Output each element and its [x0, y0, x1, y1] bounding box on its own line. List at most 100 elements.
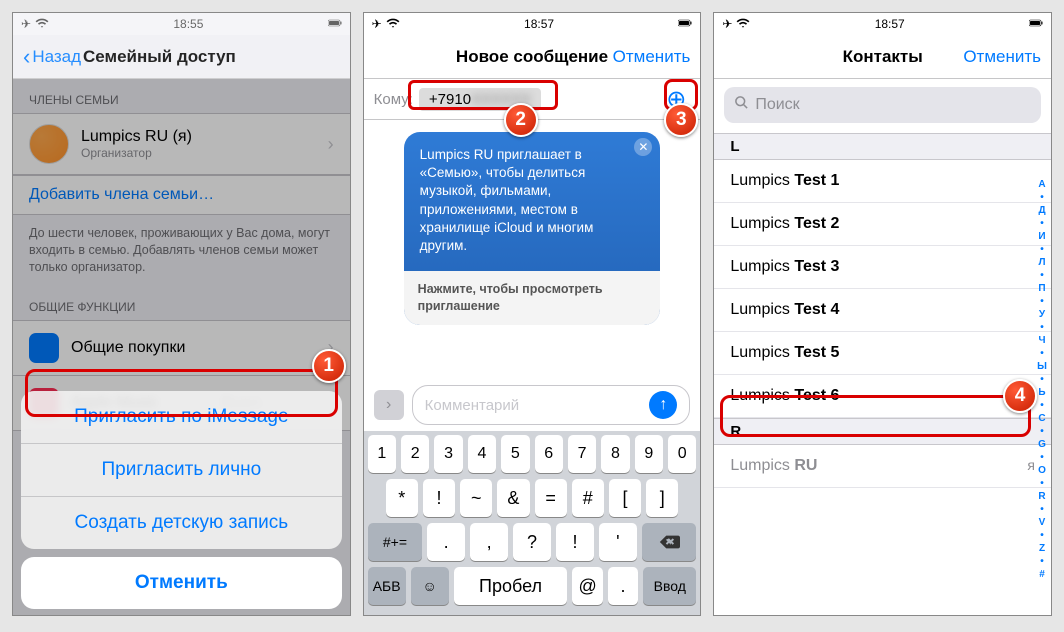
cancel-button[interactable]: Отменить: [613, 47, 691, 67]
key[interactable]: ?: [513, 523, 551, 561]
index-letter[interactable]: •: [1040, 504, 1044, 515]
contact-row[interactable]: Lumpics Test 5: [714, 332, 1051, 375]
key-dot[interactable]: .: [608, 567, 638, 605]
key-emoji[interactable]: ☺: [411, 567, 449, 605]
key[interactable]: [: [609, 479, 641, 517]
key-at[interactable]: @: [572, 567, 602, 605]
index-letter[interactable]: •: [1040, 322, 1044, 333]
index-letter[interactable]: Д: [1038, 205, 1045, 216]
step-badge-2: 2: [504, 103, 538, 137]
airplane-icon: ✈︎: [21, 17, 31, 31]
section-index[interactable]: А • Д • И • Л • П • У • Ч • Ы • Ь • C • G • O • R • V • Z • #: [1035, 179, 1049, 605]
key[interactable]: 1: [368, 435, 396, 473]
comment-input[interactable]: Комментарий ↑: [412, 385, 691, 425]
index-letter[interactable]: •: [1040, 192, 1044, 203]
index-letter[interactable]: O: [1038, 465, 1046, 476]
key[interactable]: 5: [501, 435, 529, 473]
index-letter[interactable]: R: [1038, 491, 1045, 502]
index-letter[interactable]: И: [1038, 231, 1045, 242]
key[interactable]: 0: [668, 435, 696, 473]
sheet-cancel-button[interactable]: Отменить: [21, 557, 342, 609]
index-letter[interactable]: Z: [1039, 543, 1045, 554]
me-indicator: я: [1027, 457, 1035, 473]
send-button[interactable]: ↑: [649, 391, 677, 419]
index-letter[interactable]: •: [1040, 530, 1044, 541]
contact-row[interactable]: Lumpics Test 6: [714, 375, 1051, 418]
search-input[interactable]: Поиск: [724, 87, 1041, 123]
index-letter[interactable]: G: [1038, 439, 1046, 450]
key[interactable]: 2: [401, 435, 429, 473]
index-letter[interactable]: •: [1040, 400, 1044, 411]
to-label: Кому:: [374, 91, 413, 108]
index-letter[interactable]: У: [1039, 309, 1045, 320]
index-letter[interactable]: П: [1038, 283, 1045, 294]
index-letter[interactable]: Ь: [1038, 387, 1045, 398]
contact-row[interactable]: Lumpics Test 1: [714, 160, 1051, 203]
search-icon: [734, 95, 749, 115]
key-abc[interactable]: АБВ: [368, 567, 406, 605]
index-letter[interactable]: •: [1040, 452, 1044, 463]
index-letter[interactable]: •: [1040, 348, 1044, 359]
key-space[interactable]: Пробел: [454, 567, 568, 605]
key[interactable]: 9: [635, 435, 663, 473]
invite-imessage-button[interactable]: Пригласить по iMessage: [21, 391, 342, 443]
kb-row-1: 1234567890: [368, 435, 697, 473]
index-letter[interactable]: •: [1040, 374, 1044, 385]
index-letter[interactable]: •: [1040, 426, 1044, 437]
battery-icon: [328, 16, 342, 33]
index-letter[interactable]: Ы: [1037, 361, 1047, 372]
section-header-R: R: [714, 418, 1051, 445]
index-letter[interactable]: #: [1039, 569, 1045, 580]
key[interactable]: ]: [646, 479, 678, 517]
create-child-button[interactable]: Создать детскую запись: [21, 496, 342, 549]
invite-in-person-button[interactable]: Пригласить лично: [21, 443, 342, 496]
page-title: Семейный доступ: [83, 47, 350, 67]
cancel-button[interactable]: Отменить: [963, 47, 1041, 67]
key[interactable]: ': [599, 523, 637, 561]
index-letter[interactable]: А: [1038, 179, 1045, 190]
key[interactable]: 6: [535, 435, 563, 473]
key[interactable]: 4: [468, 435, 496, 473]
invite-cta: Нажмите, чтобы просмотреть приглашение: [404, 271, 661, 325]
back-button[interactable]: ‹Назад: [23, 46, 81, 68]
airplane-icon: ✈︎: [372, 17, 382, 31]
index-letter[interactable]: V: [1039, 517, 1046, 528]
key[interactable]: &: [497, 479, 529, 517]
key[interactable]: ,: [470, 523, 508, 561]
key[interactable]: !: [556, 523, 594, 561]
index-letter[interactable]: Л: [1039, 257, 1046, 268]
index-letter[interactable]: Ч: [1039, 335, 1046, 346]
index-letter[interactable]: •: [1040, 556, 1044, 567]
index-letter[interactable]: •: [1040, 244, 1044, 255]
airplane-icon: ✈︎: [722, 17, 732, 31]
contact-row[interactable]: Lumpics Test 4: [714, 289, 1051, 332]
key[interactable]: =: [535, 479, 567, 517]
contact-row[interactable]: Lumpics Test 2: [714, 203, 1051, 246]
status-time: 18:55: [173, 17, 203, 31]
key[interactable]: *: [386, 479, 418, 517]
key-backspace[interactable]: [642, 523, 697, 561]
index-letter[interactable]: •: [1040, 296, 1044, 307]
key[interactable]: .: [427, 523, 465, 561]
step-badge-4: 4: [1003, 379, 1037, 413]
index-letter[interactable]: •: [1040, 218, 1044, 229]
contact-row[interactable]: Lumpics RU я: [714, 445, 1051, 488]
key[interactable]: ~: [460, 479, 492, 517]
key[interactable]: 3: [434, 435, 462, 473]
apps-toggle-button[interactable]: ›: [374, 390, 404, 420]
key[interactable]: 7: [568, 435, 596, 473]
invite-bubble[interactable]: ✕ Lumpics RU приглашает в «Семью», чтобы…: [404, 132, 661, 325]
status-time: 18:57: [524, 17, 554, 31]
kb-row-2: *!~&=#[]: [368, 479, 697, 517]
index-letter[interactable]: •: [1040, 478, 1044, 489]
key[interactable]: #: [572, 479, 604, 517]
key[interactable]: 8: [601, 435, 629, 473]
index-letter[interactable]: C: [1038, 413, 1045, 424]
kb-row-4: АБВ ☺ Пробел @ . Ввод: [368, 567, 697, 605]
contact-row[interactable]: Lumpics Test 3: [714, 246, 1051, 289]
key[interactable]: !: [423, 479, 455, 517]
key-enter[interactable]: Ввод: [643, 567, 696, 605]
wifi-icon: [736, 16, 750, 33]
key-symbols[interactable]: #+=: [368, 523, 423, 561]
index-letter[interactable]: •: [1040, 270, 1044, 281]
